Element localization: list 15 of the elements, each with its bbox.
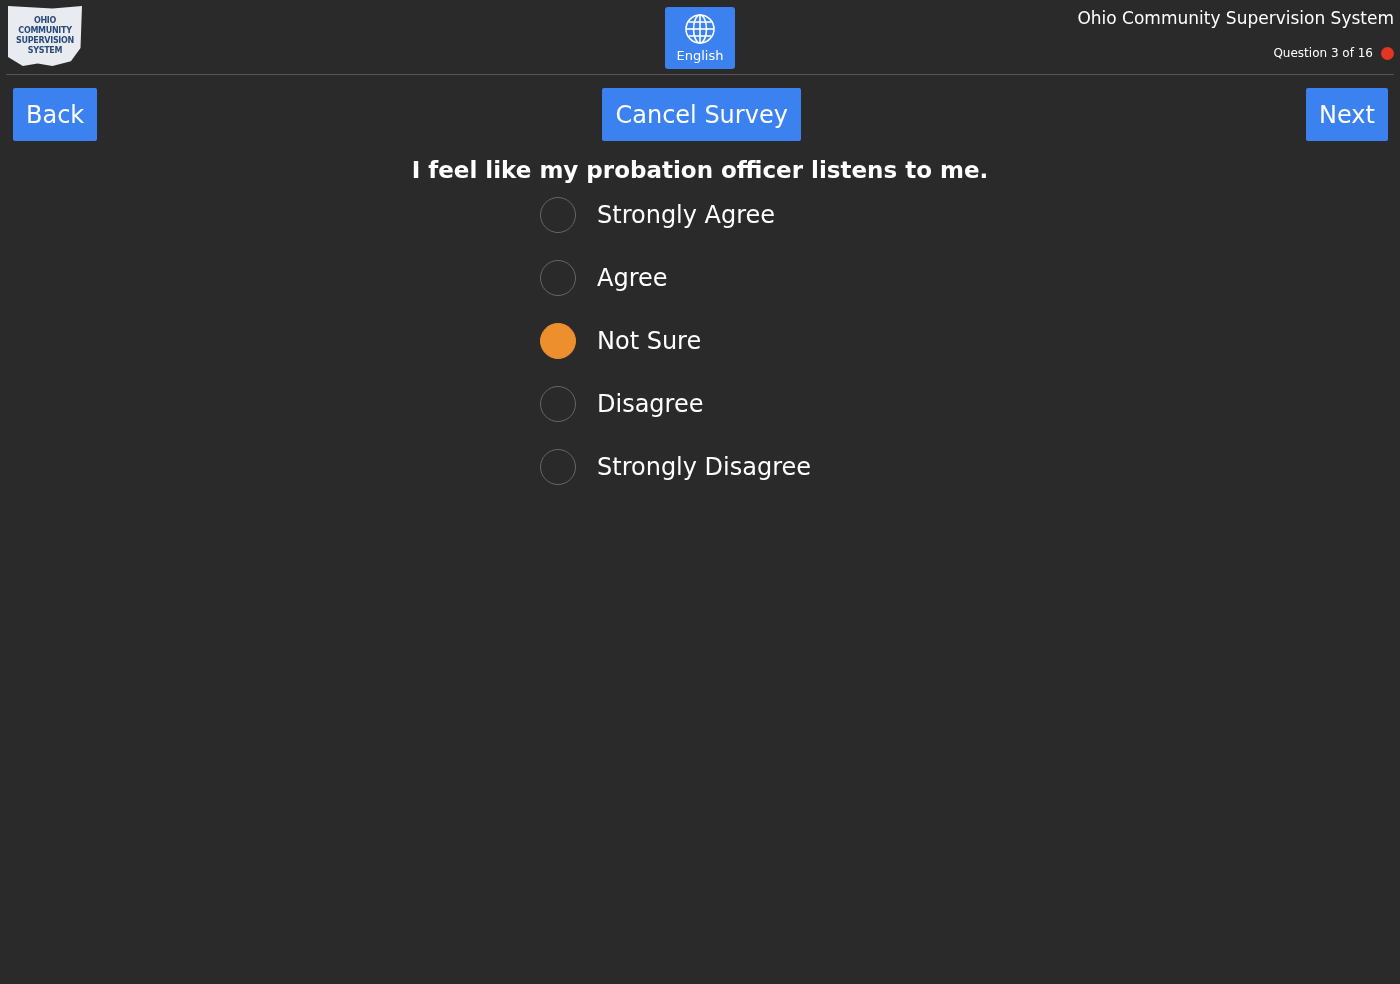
cancel-survey-button[interactable]: Cancel Survey: [602, 88, 801, 141]
question-text: I feel like my probation officer listens to me.: [410, 157, 990, 183]
question-counter: Question 3 of 16: [1273, 46, 1373, 60]
back-button[interactable]: Back: [13, 88, 98, 141]
answer-option[interactable]: Not Sure: [540, 323, 702, 359]
answer-option[interactable]: Strongly Disagree: [540, 449, 812, 485]
answer-option[interactable]: Strongly Agree: [540, 197, 776, 233]
language-button[interactable]: English: [665, 7, 735, 69]
answer-option[interactable]: Disagree: [540, 386, 704, 422]
next-button[interactable]: Next: [1306, 88, 1388, 141]
radio-button[interactable]: [540, 323, 576, 359]
answer-option[interactable]: Agree: [540, 260, 668, 296]
logo: OHIO COMMUNITY SUPERVISION SYSTEM: [8, 6, 82, 66]
globe-icon: [684, 13, 716, 45]
app-title: Ohio Community Supervision System: [1077, 8, 1394, 28]
